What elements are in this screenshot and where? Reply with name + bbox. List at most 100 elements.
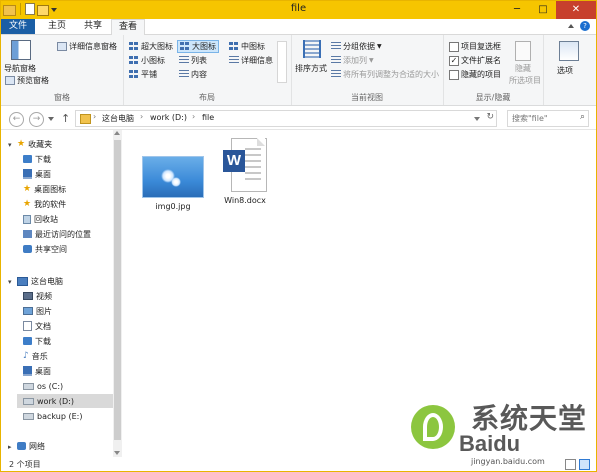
scroll-up-icon[interactable]: [114, 131, 120, 135]
hide-selected-button[interactable]: 隐藏: [515, 63, 531, 74]
layout-large-icons[interactable]: 大图标: [177, 40, 219, 53]
layout-medium-icons[interactable]: 中图标: [229, 41, 265, 52]
layout-extra-large-icons[interactable]: 超大图标: [129, 41, 173, 52]
tab-share[interactable]: 共享: [79, 19, 107, 34]
nav-pane-scrollbar[interactable]: [113, 130, 122, 457]
details-label: 详细信息: [241, 56, 273, 65]
pictures-icon: [23, 307, 33, 315]
minimize-ribbon-chevron-icon[interactable]: [568, 24, 574, 28]
scrollbar-thumb[interactable]: [114, 140, 121, 440]
item-checkboxes-checkbox[interactable]: [449, 41, 459, 52]
nav-item-label: 最近访问的位置: [35, 229, 91, 239]
nav-favorites[interactable]: ★ 收藏夹: [17, 137, 52, 151]
tab-view[interactable]: 查看: [111, 19, 145, 36]
desktop-icon: [23, 169, 32, 179]
nav-item-videos[interactable]: 视频: [23, 289, 52, 303]
search-input[interactable]: 搜索"file": [512, 113, 548, 124]
expand-network-icon[interactable]: ▸: [8, 443, 12, 451]
computer-icon: [17, 276, 28, 286]
nav-item-recycle-bin[interactable]: 回收站: [23, 212, 58, 226]
layout-gallery-scroller[interactable]: [277, 41, 287, 83]
breadcrumb-this-pc[interactable]: 这台电脑: [102, 113, 134, 124]
collapse-this-pc-icon[interactable]: ▾: [8, 278, 12, 286]
layout-tiles[interactable]: 平铺: [129, 69, 157, 80]
collapse-favorites-icon[interactable]: ▾: [8, 141, 12, 149]
drive-icon: [23, 412, 34, 420]
preview-pane-button[interactable]: 预览窗格: [5, 75, 49, 86]
hidden-items-toggle[interactable]: 隐藏的项目: [449, 69, 501, 80]
address-bar[interactable]: › 这台电脑 › work (D:) › file ↻: [75, 110, 497, 127]
item-checkboxes-toggle[interactable]: 项目复选框: [449, 41, 501, 52]
group-label-layout: 布局: [199, 93, 215, 102]
minimize-button[interactable]: ─: [504, 1, 530, 19]
address-history-chevron-icon[interactable]: [474, 117, 480, 121]
nav-item-drive-e[interactable]: backup (E:): [23, 409, 82, 423]
list-label: 列表: [191, 56, 207, 65]
nav-item-pictures[interactable]: 图片: [23, 304, 52, 318]
breadcrumb-work-drive[interactable]: work (D:): [150, 113, 187, 122]
details-pane-label: 详细信息窗格: [69, 42, 117, 51]
nav-item-downloads[interactable]: 下载: [23, 152, 51, 166]
nav-item-documents[interactable]: 文档: [23, 319, 51, 333]
word-document-icon: W: [223, 138, 267, 192]
options-button[interactable]: 选项: [557, 65, 573, 76]
breadcrumb-file[interactable]: file: [202, 113, 214, 122]
videos-icon: [23, 292, 33, 300]
sort-by-icon: [303, 40, 321, 58]
network-icon: [17, 442, 26, 450]
content-label: 内容: [191, 70, 207, 79]
scroll-down-icon[interactable]: [114, 451, 120, 455]
nav-item-desktop-icons[interactable]: ★ 桌面图标: [23, 182, 66, 196]
nav-network[interactable]: 网络: [17, 439, 45, 453]
maximize-button[interactable]: □: [530, 1, 556, 19]
nav-item-drive-d[interactable]: work (D:): [17, 394, 115, 408]
navigation-pane-button[interactable]: 导航窗格: [4, 63, 36, 74]
tab-home[interactable]: 主页: [43, 19, 71, 34]
close-button[interactable]: ✕: [556, 1, 596, 19]
add-columns-button[interactable]: 添加列 ▼: [331, 55, 374, 66]
selected-items-label: 所选项目: [509, 76, 541, 85]
breadcrumb-separator: ›: [140, 112, 144, 121]
tab-file[interactable]: 文件: [1, 19, 35, 34]
details-pane-button[interactable]: 详细信息窗格: [57, 41, 117, 52]
nav-item-my-software[interactable]: ★ 我的软件: [23, 197, 66, 211]
forward-button[interactable]: →: [29, 112, 44, 127]
layout-small-icons[interactable]: 小图标: [129, 55, 165, 66]
large-icons-icon: [180, 42, 190, 51]
layout-list[interactable]: 列表: [179, 55, 207, 66]
nav-item-desktop-pc[interactable]: 桌面: [23, 364, 51, 378]
up-arrow-icon[interactable]: ↑: [61, 112, 70, 125]
nav-network-label: 网络: [29, 441, 45, 451]
small-icons-label: 小图标: [141, 56, 165, 65]
nav-item-label: 下载: [35, 154, 51, 164]
help-icon[interactable]: ?: [580, 21, 590, 31]
nav-item-label: os (C:): [37, 381, 64, 391]
breadcrumb-separator: ›: [93, 112, 97, 121]
file-item-word[interactable]: W Win8.docx: [205, 138, 285, 205]
group-by-button[interactable]: 分组依据 ▼: [331, 41, 382, 52]
nav-item-music[interactable]: ♪ 音乐: [23, 349, 48, 363]
nav-item-label: 视频: [36, 291, 52, 301]
recent-locations-chevron-icon[interactable]: [48, 117, 54, 121]
explorer-window: file ─ □ ✕ 文件 主页 共享 查看 ? 导航窗格 预览窗格 详细信息窗…: [0, 0, 597, 472]
medium-icons-icon: [229, 42, 239, 51]
nav-item-drive-c[interactable]: os (C:): [23, 379, 63, 393]
sort-by-button[interactable]: 排序方式: [295, 63, 327, 74]
nav-item-shared-space[interactable]: 共享空间: [23, 242, 67, 256]
refresh-icon[interactable]: ↻: [486, 112, 494, 122]
hidden-items-checkbox[interactable]: [449, 69, 459, 80]
search-box[interactable]: 搜索"file" ⌕: [507, 110, 589, 127]
nav-item-recent-places[interactable]: 最近访问的位置: [23, 227, 91, 241]
nav-item-desktop[interactable]: 桌面: [23, 167, 51, 181]
nav-item-downloads-pc[interactable]: 下载: [23, 334, 51, 348]
file-item-image[interactable]: img0.jpg: [133, 138, 213, 211]
group-label-show-hide: 显示/隐藏: [475, 93, 511, 102]
file-name-extensions-toggle[interactable]: ✓ 文件扩展名: [449, 55, 501, 66]
size-all-columns-button[interactable]: 将所有列调整为合适的大小: [331, 69, 439, 80]
download-icon: [23, 155, 32, 163]
nav-this-pc[interactable]: 这台电脑: [17, 274, 63, 288]
file-extensions-checkbox[interactable]: ✓: [449, 55, 459, 66]
layout-content[interactable]: 内容: [179, 69, 207, 80]
back-button[interactable]: ←: [9, 112, 24, 127]
layout-details[interactable]: 详细信息: [229, 55, 273, 66]
